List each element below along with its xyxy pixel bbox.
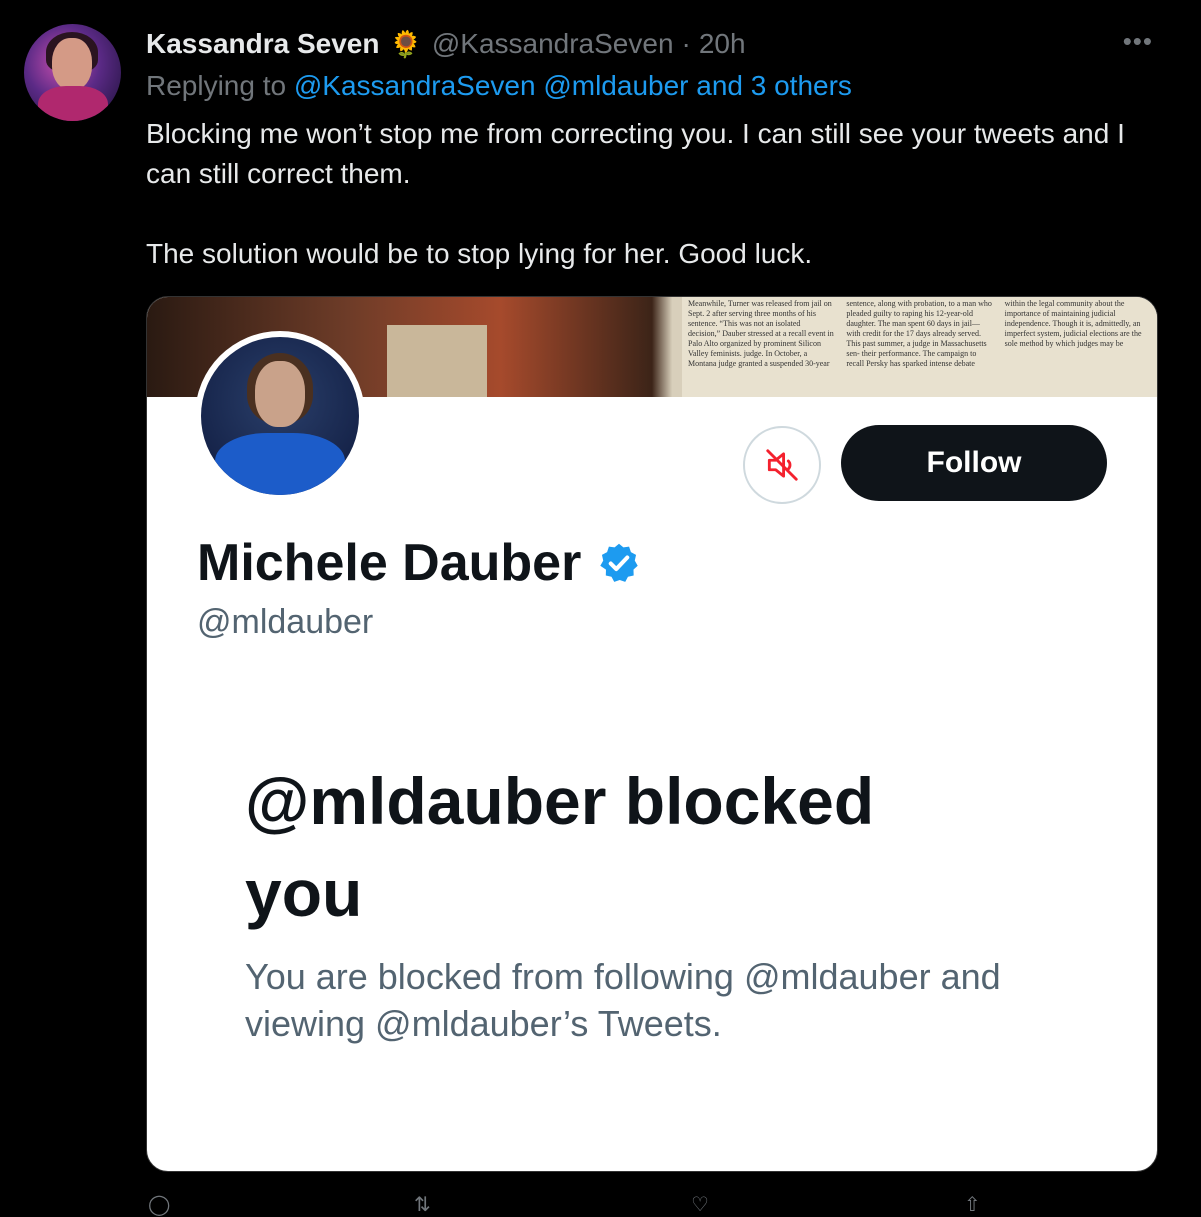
blocked-description: You are blocked from following @mldauber… bbox=[245, 956, 1001, 1044]
attached-screenshot[interactable]: Meanwhile, Turner was released from jail… bbox=[146, 296, 1158, 1172]
avatar-body bbox=[38, 86, 108, 121]
tweet-timestamp[interactable]: 20h bbox=[699, 28, 746, 60]
profile-name: Michele Dauber bbox=[197, 534, 582, 592]
sunflower-emoji-icon: 🌻 bbox=[389, 28, 422, 59]
tweet-actions: ◯ ⇅ ♡ ⇧ bbox=[146, 1192, 1046, 1216]
replying-to-mentions[interactable]: @KassandraSeven @mldauber and 3 others bbox=[294, 70, 852, 101]
more-options-icon[interactable]: ••• bbox=[1123, 26, 1153, 57]
blocked-title: @mldauber blocked you bbox=[245, 764, 875, 930]
author-display-name[interactable]: Kassandra Seven bbox=[146, 28, 379, 60]
replying-to: Replying to @KassandraSeven @mldauber an… bbox=[146, 70, 852, 102]
banner-newspaper: Meanwhile, Turner was released from jail… bbox=[682, 297, 1157, 397]
profile-avatar-jacket bbox=[215, 433, 345, 495]
follow-button: Follow bbox=[841, 425, 1107, 501]
tweet-header: Kassandra Seven 🌻 @KassandraSeven · 20h bbox=[146, 26, 746, 62]
banner-box bbox=[387, 325, 487, 397]
profile-handle: @mldauber bbox=[197, 603, 374, 641]
tweet-text: Blocking me won’t stop me from correctin… bbox=[146, 114, 1156, 274]
tweet-text-paragraph-1: Blocking me won’t stop me from correctin… bbox=[146, 118, 1125, 189]
tweet-text-paragraph-2: The solution would be to stop lying for … bbox=[146, 238, 813, 269]
header-separator: · bbox=[681, 28, 691, 59]
replying-to-prefix: Replying to bbox=[146, 70, 287, 101]
profile-avatar bbox=[195, 331, 365, 501]
speaker-muted-icon bbox=[766, 449, 798, 481]
author-avatar[interactable] bbox=[24, 24, 121, 121]
avatar-face bbox=[52, 38, 92, 90]
verified-badge-icon bbox=[600, 543, 639, 582]
profile-name-row: Michele Dauber bbox=[197, 533, 641, 593]
author-handle[interactable]: @KassandraSeven bbox=[432, 28, 674, 60]
mute-button bbox=[743, 426, 821, 504]
profile-avatar-photo bbox=[201, 337, 359, 495]
profile-avatar-face bbox=[255, 361, 305, 427]
